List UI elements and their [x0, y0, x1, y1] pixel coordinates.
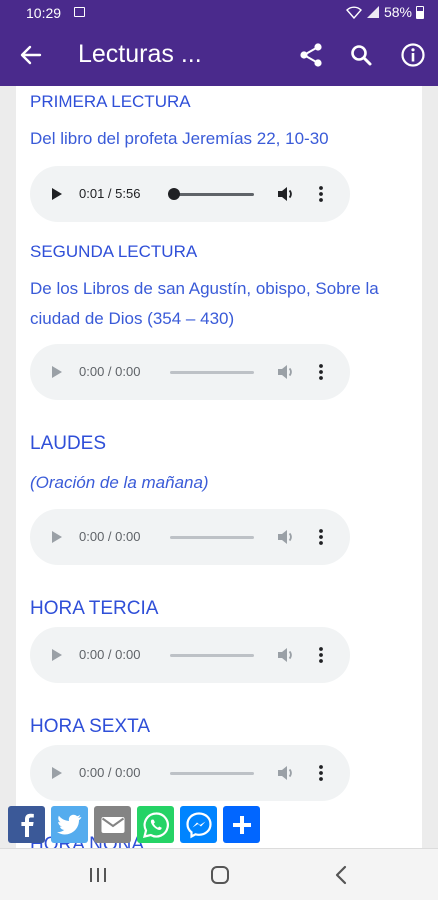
section-title-laudes[interactable]: LAUDES	[30, 433, 106, 455]
section-subtitle[interactable]: (Oración de la mañana)	[30, 468, 209, 498]
section-title-primera-lectura[interactable]: PRIMERA LECTURA	[30, 92, 191, 112]
more-options-icon[interactable]	[313, 527, 329, 547]
social-share-bar	[8, 806, 260, 843]
share-icon[interactable]	[298, 42, 324, 68]
play-icon[interactable]	[52, 649, 62, 661]
progress-track[interactable]	[170, 654, 254, 657]
volume-icon[interactable]	[276, 362, 296, 382]
info-icon[interactable]	[400, 42, 426, 68]
twitter-share-button[interactable]	[51, 806, 88, 843]
play-icon[interactable]	[52, 366, 62, 378]
home-icon[interactable]	[208, 863, 232, 887]
audio-time: 0:00 / 0:00	[79, 647, 141, 662]
section-title-segunda-lectura[interactable]: SEGUNDA LECTURA	[30, 242, 197, 262]
status-indicators: 58%	[346, 4, 424, 20]
volume-icon[interactable]	[276, 763, 296, 783]
facebook-icon	[20, 813, 34, 837]
whatsapp-share-button[interactable]	[137, 806, 174, 843]
recent-apps-icon[interactable]	[86, 863, 110, 887]
section-subtitle[interactable]: De los Libros de san Agustín, obispo, So…	[30, 274, 410, 334]
email-share-button[interactable]	[94, 806, 131, 843]
image-notification-icon	[74, 7, 85, 17]
add-share-icon	[232, 815, 251, 834]
app-bar: Lecturas ...	[0, 26, 438, 86]
wifi-icon	[346, 6, 362, 19]
progress-thumb[interactable]	[168, 188, 180, 200]
battery-icon	[416, 5, 424, 19]
more-options-icon[interactable]	[313, 362, 329, 382]
more-options-icon[interactable]	[313, 763, 329, 783]
back-nav-icon[interactable]	[330, 863, 354, 887]
volume-icon[interactable]	[276, 527, 296, 547]
page-title: Lecturas ...	[78, 40, 202, 68]
messenger-share-button[interactable]	[180, 806, 217, 843]
volume-icon[interactable]	[276, 184, 296, 204]
whatsapp-icon	[142, 811, 169, 838]
signal-icon	[366, 6, 379, 18]
play-icon[interactable]	[52, 188, 62, 200]
progress-track[interactable]	[170, 536, 254, 539]
progress-track[interactable]	[170, 193, 254, 196]
play-icon[interactable]	[52, 531, 62, 543]
messenger-icon	[185, 811, 212, 838]
audio-player[interactable]: 0:00 / 0:00	[30, 745, 350, 801]
readings-list[interactable]: PRIMERA LECTURA Del libro del profeta Je…	[16, 86, 422, 848]
facebook-share-button[interactable]	[8, 806, 45, 843]
status-time: 10:29	[26, 5, 62, 21]
section-title-hora-tercia[interactable]: HORA TERCIA	[30, 598, 158, 620]
status-bar: 10:29 58%	[0, 0, 438, 26]
audio-time: 0:00 / 0:00	[79, 765, 141, 780]
volume-icon[interactable]	[276, 645, 296, 665]
twitter-icon	[56, 814, 81, 834]
more-options-icon[interactable]	[313, 645, 329, 665]
search-icon[interactable]	[348, 42, 374, 68]
battery-percent: 58%	[383, 4, 412, 20]
add-share-button[interactable]	[223, 806, 260, 843]
play-icon[interactable]	[52, 767, 62, 779]
audio-player[interactable]: 0:00 / 0:00	[30, 509, 350, 565]
audio-time: 0:00 / 0:00	[79, 364, 141, 379]
progress-track[interactable]	[170, 772, 254, 775]
progress-track[interactable]	[170, 371, 254, 374]
audio-time: 0:01 / 5:56	[79, 186, 141, 201]
audio-player[interactable]: 0:01 / 5:56	[30, 166, 350, 222]
system-navigation-bar	[0, 848, 438, 900]
more-options-icon[interactable]	[313, 184, 329, 204]
audio-player[interactable]: 0:00 / 0:00	[30, 344, 350, 400]
section-title-hora-sexta[interactable]: HORA SEXTA	[30, 716, 150, 738]
audio-time: 0:00 / 0:00	[79, 529, 141, 544]
email-icon	[101, 816, 124, 833]
audio-player[interactable]: 0:00 / 0:00	[30, 627, 350, 683]
arrow-back-icon[interactable]	[18, 42, 44, 68]
section-subtitle[interactable]: Del libro del profeta Jeremías 22, 10-30	[30, 124, 329, 154]
